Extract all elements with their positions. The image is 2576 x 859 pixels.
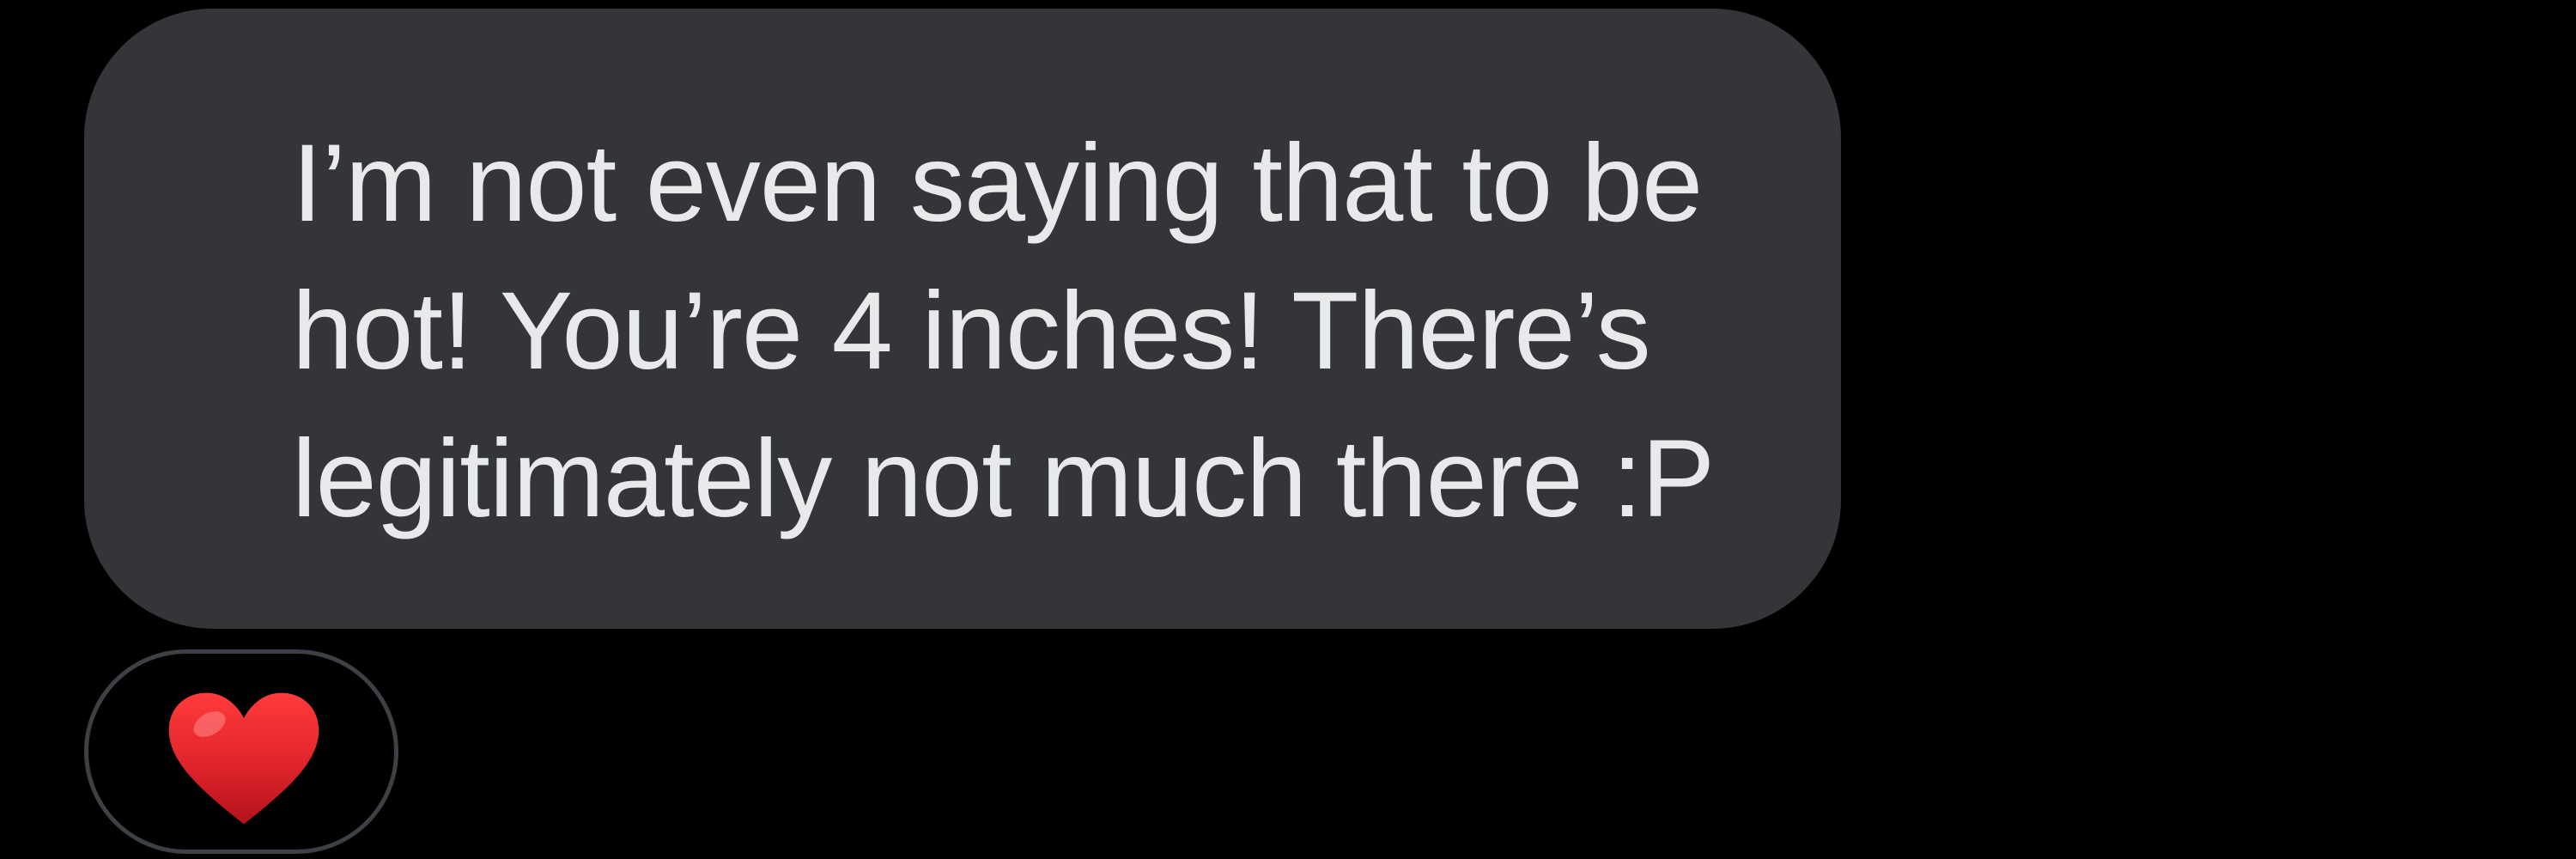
dm-conversation-view: I’m not even saying that to be hot! You’… — [0, 0, 2576, 859]
message-text-line-2: hot! You’re 4 inches! There’s — [292, 270, 1651, 393]
message-text-line-1: I’m not even saying that to be — [292, 122, 1703, 245]
reaction-badge[interactable] — [84, 649, 398, 854]
red-heart-icon — [162, 690, 325, 827]
received-message-bubble[interactable]: I’m not even saying that to be hot! You’… — [84, 9, 1841, 629]
message-text-line-3: legitimately not much there :P — [292, 417, 1715, 540]
